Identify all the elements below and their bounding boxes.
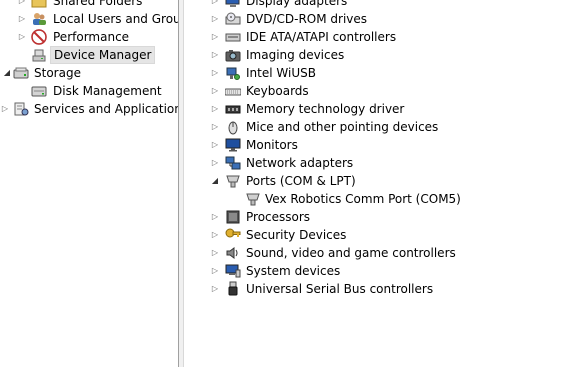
device-category-dvd-drives[interactable]: ▷ DVD/CD-ROM drives <box>184 10 566 28</box>
port-icon <box>226 175 240 188</box>
services-applications-icon <box>14 102 29 116</box>
device-category-label: Security Devices <box>246 228 347 242</box>
device-category-usb-controllers[interactable]: ▷ Universal Serial Bus controllers <box>184 280 566 298</box>
device-category-keyboards[interactable]: ▷ Keyboards <box>184 82 566 100</box>
expand-arrow-icon[interactable]: ▷ <box>17 10 27 28</box>
device-category-processors[interactable]: ▷ Processors <box>184 208 566 226</box>
tree-item-label: Disk Management <box>53 84 162 98</box>
device-category-display-adapters[interactable]: ▷ Display adapters <box>184 0 566 10</box>
monitor-icon <box>225 138 241 152</box>
tree-item-local-users-and-groups[interactable]: ▷ Local Users and Groups <box>0 10 178 28</box>
device-category-label: Imaging devices <box>246 48 345 62</box>
expand-arrow-icon[interactable]: ▷ <box>210 262 220 280</box>
shared-folders-icon <box>31 0 47 8</box>
wiusb-icon <box>226 67 240 80</box>
device-category-label: Display adapters <box>246 0 348 8</box>
device-category-label: Keyboards <box>246 84 309 98</box>
com-port-icon <box>246 193 260 206</box>
expand-arrow-icon[interactable]: ▷ <box>210 208 220 226</box>
ide-controller-icon <box>225 33 241 42</box>
tree-item-label: Services and Applications <box>34 102 178 116</box>
dvd-drive-icon <box>225 12 241 25</box>
device-item-label: Vex Robotics Comm Port (COM5) <box>265 192 461 206</box>
performance-icon <box>31 29 47 45</box>
tree-item-label: Performance <box>53 30 130 44</box>
expand-arrow-icon[interactable]: ▷ <box>210 118 220 136</box>
expand-arrow-icon[interactable]: ▷ <box>210 136 220 154</box>
network-adapter-icon <box>225 156 241 170</box>
system-device-icon <box>225 264 241 278</box>
tree-item-storage[interactable]: ◢ Storage <box>0 64 178 82</box>
tree-item-device-manager[interactable]: Device Manager <box>0 46 178 64</box>
expand-arrow-icon[interactable]: ▷ <box>210 46 220 64</box>
expand-arrow-icon[interactable]: ▷ <box>210 0 220 10</box>
device-category-label: Monitors <box>246 138 298 152</box>
display-adapter-icon <box>225 0 240 7</box>
tree-item-label: Storage <box>34 66 81 80</box>
processor-icon <box>226 210 240 224</box>
tree-item-label: Device Manager <box>50 46 156 64</box>
expand-arrow-icon[interactable]: ▷ <box>17 0 27 10</box>
device-category-intel-wiusb[interactable]: ▷ Intel WiUSB <box>184 64 566 82</box>
mouse-icon <box>228 121 238 135</box>
expand-arrow-icon[interactable]: ▷ <box>210 10 220 28</box>
security-device-icon <box>225 228 241 238</box>
expand-arrow-icon[interactable]: ▷ <box>0 100 10 118</box>
device-category-memory-technology-driver[interactable]: ▷ Memory technology driver <box>184 100 566 118</box>
device-category-system-devices[interactable]: ▷ System devices <box>184 262 566 280</box>
tree-item-performance[interactable]: ▷ Performance <box>0 28 178 46</box>
collapse-arrow-icon[interactable]: ◢ <box>2 64 12 82</box>
device-category-label: Universal Serial Bus controllers <box>246 282 434 296</box>
tree-item-label: Local Users and Groups <box>53 12 178 26</box>
imaging-device-icon <box>225 50 241 62</box>
local-users-icon <box>33 13 46 25</box>
tree-item-services-and-applications[interactable]: ▷ Services and Applications <box>0 100 178 118</box>
expand-arrow-icon[interactable]: ▷ <box>210 280 220 298</box>
expand-arrow-icon[interactable]: ▷ <box>210 28 220 46</box>
device-category-label: DVD/CD-ROM drives <box>246 12 368 26</box>
expand-arrow-icon[interactable]: ▷ <box>210 82 220 100</box>
device-category-label: Intel WiUSB <box>246 66 316 80</box>
collapse-arrow-icon[interactable]: ◢ <box>210 172 220 190</box>
sound-icon <box>226 247 238 259</box>
expand-arrow-icon[interactable]: ▷ <box>210 154 220 172</box>
device-category-mice[interactable]: ▷ Mice and other pointing devices <box>184 118 566 136</box>
device-category-monitors[interactable]: ▷ Monitors <box>184 136 566 154</box>
device-category-label: IDE ATA/ATAPI controllers <box>246 30 397 44</box>
expand-arrow-icon[interactable]: ▷ <box>210 226 220 244</box>
device-category-ports[interactable]: ◢ Ports (COM & LPT) <box>184 172 566 190</box>
usb-icon <box>228 281 238 296</box>
storage-icon <box>13 67 29 79</box>
expand-arrow-icon[interactable]: ▷ <box>210 64 220 82</box>
tree-item-disk-management[interactable]: Disk Management <box>0 82 178 100</box>
expand-arrow-icon[interactable]: ▷ <box>17 28 27 46</box>
keyboard-icon <box>225 88 241 96</box>
memory-driver-icon <box>225 105 241 114</box>
device-tree-pane: ▷ Display adapters ▷ DVD/CD-ROM drives ▷… <box>184 0 566 367</box>
expand-arrow-icon[interactable]: ▷ <box>210 100 220 118</box>
device-category-label: Ports (COM & LPT) <box>246 174 356 188</box>
device-category-sound-video-game[interactable]: ▷ Sound, video and game controllers <box>184 244 566 262</box>
device-category-network-adapters[interactable]: ▷ Network adapters <box>184 154 566 172</box>
device-category-label: Sound, video and game controllers <box>246 246 456 260</box>
console-tree-pane: ▷ Shared Folders ▷ Local Users and Group… <box>0 0 178 367</box>
device-category-security-devices[interactable]: ▷ Security Devices <box>184 226 566 244</box>
device-manager-icon <box>32 49 46 62</box>
device-category-label: Network adapters <box>246 156 354 170</box>
device-item-vex-robotics-comm-port[interactable]: Vex Robotics Comm Port (COM5) <box>184 190 566 208</box>
tree-item-label: Shared Folders <box>53 0 143 8</box>
device-category-imaging-devices[interactable]: ▷ Imaging devices <box>184 46 566 64</box>
tree-item-shared-folders[interactable]: ▷ Shared Folders <box>0 0 178 10</box>
disk-management-icon <box>31 86 47 97</box>
device-category-label: Mice and other pointing devices <box>246 120 439 134</box>
device-category-label: Memory technology driver <box>246 102 405 116</box>
device-category-label: Processors <box>246 210 311 224</box>
expand-arrow-icon[interactable]: ▷ <box>210 244 220 262</box>
device-category-label: System devices <box>246 264 341 278</box>
device-category-ide-controllers[interactable]: ▷ IDE ATA/ATAPI controllers <box>184 28 566 46</box>
